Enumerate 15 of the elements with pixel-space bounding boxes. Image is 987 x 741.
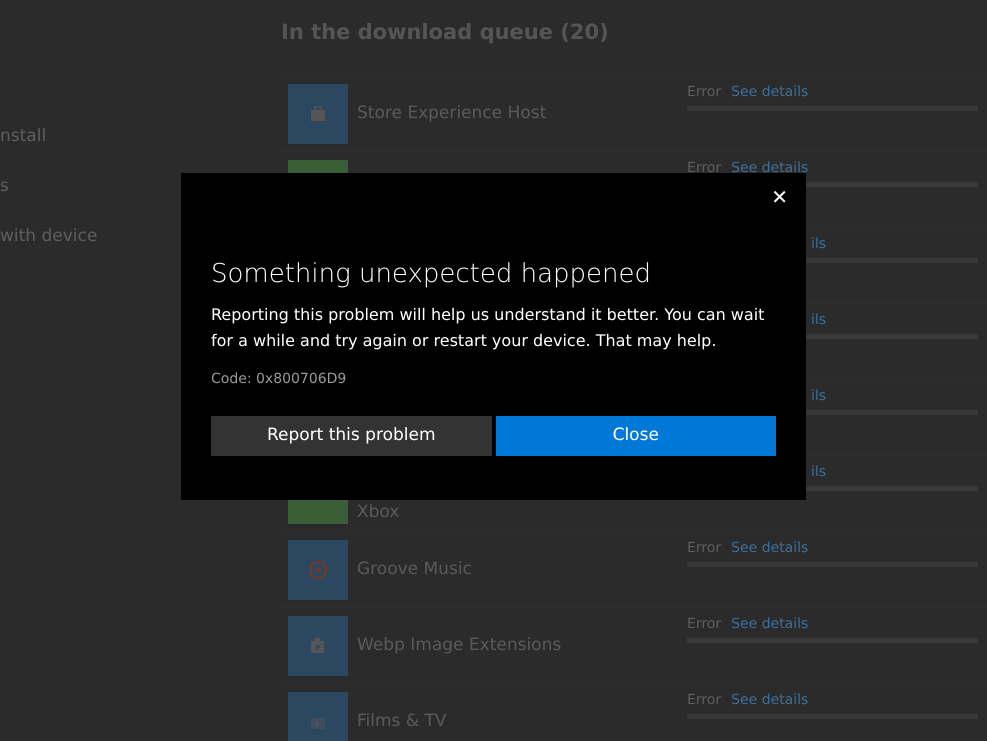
close-button[interactable]: Close bbox=[496, 416, 776, 456]
details-link[interactable]: See details bbox=[731, 538, 808, 558]
report-button[interactable]: Report this problem bbox=[211, 416, 492, 456]
details-link[interactable]: ils bbox=[811, 386, 826, 406]
close-button[interactable]: ✕ bbox=[767, 185, 792, 209]
details-link[interactable]: See details bbox=[731, 614, 808, 634]
error-code: Code: 0x800706D9 bbox=[211, 370, 348, 390]
app-icon bbox=[307, 558, 329, 581]
dialog-title: Something unexpected happened bbox=[211, 259, 652, 290]
dialog-message: Reporting this problem will help us understand it better. You can wait for a while and try again or restart your device. That may help. bbox=[211, 304, 766, 352]
details-link[interactable]: ils bbox=[811, 310, 826, 330]
details-link[interactable]: ils bbox=[811, 462, 826, 482]
details-link[interactable]: See details bbox=[731, 82, 808, 102]
details-link[interactable]: See details bbox=[731, 690, 808, 710]
details-link[interactable]: ils bbox=[811, 234, 826, 254]
